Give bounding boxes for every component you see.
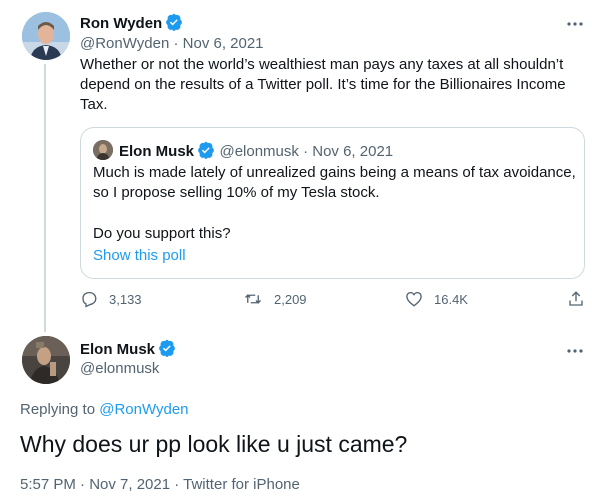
reply-icon — [82, 291, 97, 308]
parent-author-handle[interactable]: @RonWyden — [80, 35, 169, 52]
retweet-button[interactable]: 2,209 — [243, 290, 307, 308]
heart-icon — [406, 291, 422, 307]
meta-separator: · — [169, 35, 183, 52]
main-tweet-timestamp[interactable]: 5:57 PM · Nov 7, 2021 · Twitter for iPho… — [20, 476, 300, 493]
replying-to-line: Replying to @RonWyden — [20, 401, 189, 418]
quote-author-name: Elon Musk — [119, 143, 195, 160]
parent-meta: @RonWyden · Nov 6, 2021 — [80, 35, 264, 53]
meta-separator: · — [298, 143, 313, 160]
main-author-row: Elon Musk — [80, 339, 176, 362]
replying-to-link[interactable]: @RonWyden — [99, 401, 188, 418]
quoted-tweet-card[interactable]: Elon Musk @elonmusk · Nov 6, 2021 Much i… — [80, 127, 585, 279]
avatar-ron-wyden[interactable] — [22, 12, 70, 60]
quote-author-avatar — [93, 140, 113, 160]
more-horizontal-icon — [567, 349, 583, 353]
like-count: 16.4K — [434, 291, 468, 307]
share-icon — [569, 291, 583, 306]
parent-author-name[interactable]: Ron Wyden — [80, 15, 162, 32]
parent-action-bar: 3,133 2,209 16.4K — [80, 290, 585, 312]
verified-badge-icon — [165, 13, 183, 36]
retweet-count: 2,209 — [274, 291, 307, 307]
replying-prefix: Replying to — [20, 401, 96, 418]
avatar-elon-musk[interactable] — [22, 336, 70, 384]
quote-tweet-text: Much is made lately of unrealized gains … — [93, 164, 576, 201]
main-author-handle[interactable]: @elonmusk — [80, 360, 159, 377]
parent-more-options-button[interactable] — [566, 16, 584, 27]
thread-connector-line — [44, 64, 46, 332]
reply-button[interactable]: 3,133 — [80, 290, 142, 308]
verified-badge-icon — [158, 339, 176, 362]
parent-author-row: Ron Wyden — [80, 13, 183, 36]
share-button[interactable] — [567, 290, 592, 308]
main-more-options-button[interactable] — [566, 343, 584, 354]
main-tweet-text: Why does ur pp look like u just came? — [20, 431, 408, 457]
parent-date[interactable]: Nov 6, 2021 — [183, 35, 264, 52]
verified-badge-icon — [197, 141, 215, 164]
parent-tweet-text: Whether or not the world’s wealthiest ma… — [80, 56, 566, 113]
reply-count: 3,133 — [109, 291, 142, 307]
quote-author-handle: @elonmusk — [219, 143, 299, 160]
show-poll-link[interactable]: Show this poll — [93, 247, 186, 264]
quote-author-row: Elon Musk @elonmusk · Nov 6, 2021 — [119, 141, 393, 164]
quote-poll-question: Do you support this? — [93, 225, 231, 242]
more-horizontal-icon — [567, 22, 583, 26]
retweet-icon — [245, 294, 261, 304]
main-author-name[interactable]: Elon Musk — [80, 341, 155, 358]
like-button[interactable]: 16.4K — [405, 290, 468, 308]
quote-date: Nov 6, 2021 — [312, 143, 394, 160]
